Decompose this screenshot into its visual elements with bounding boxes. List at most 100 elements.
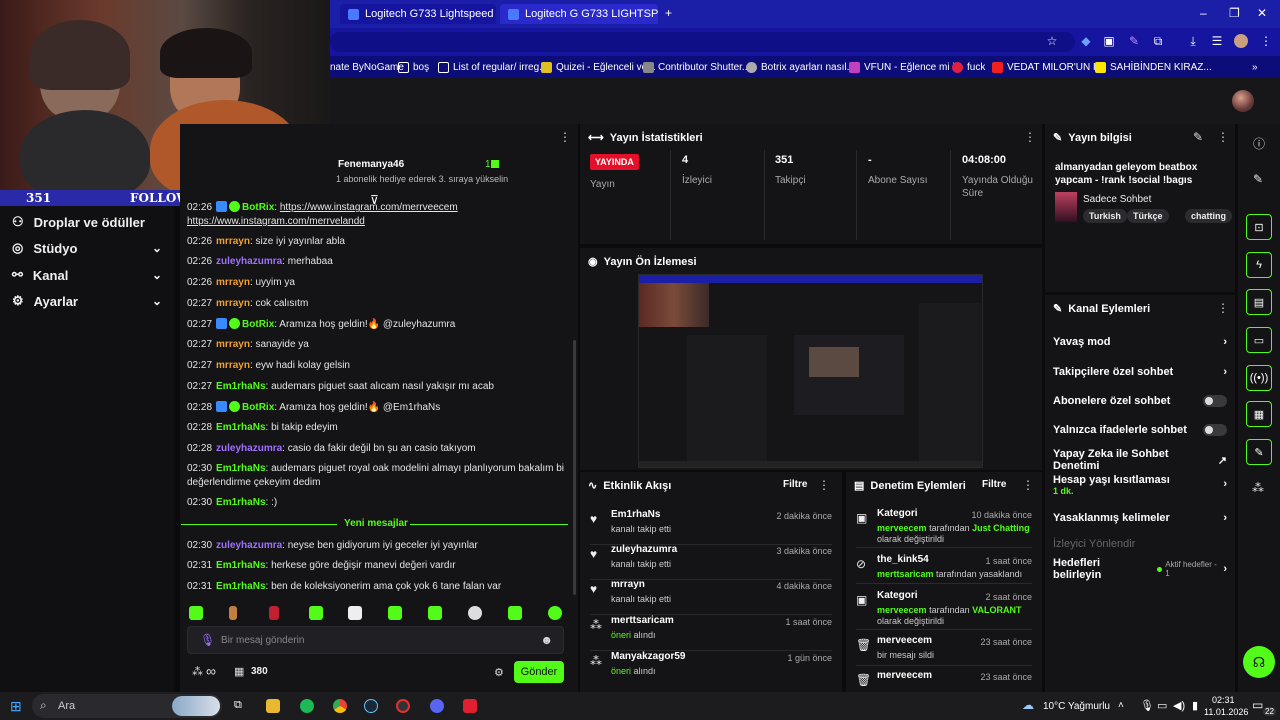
stream-tag[interactable]: Türkçe	[1127, 209, 1169, 223]
chat-link[interactable]: https://www.instagram.com/merrvelandd	[187, 215, 567, 229]
new-tab-button[interactable]: +	[665, 6, 672, 20]
bookmark[interactable]: Quizei - Eğlenceli ve...	[541, 59, 656, 75]
file-explorer-icon[interactable]	[266, 699, 280, 713]
minimize-icon[interactable]: –	[1200, 6, 1207, 20]
steam-icon[interactable]	[364, 699, 378, 713]
category-name[interactable]: Sadece Sohbet	[1083, 194, 1151, 205]
microphone-icon[interactable]: 🎙	[200, 633, 215, 647]
more-vertical-icon[interactable]: ⋮	[1259, 34, 1273, 48]
edit-icon[interactable]: ✎	[1193, 130, 1203, 144]
subscribers-only-toggle[interactable]	[1203, 395, 1227, 407]
preview-video[interactable]	[638, 274, 983, 468]
camera-rail-button[interactable]: ⊡	[1246, 214, 1272, 240]
emote-icon[interactable]	[468, 606, 482, 620]
edit-icon[interactable]: ✎	[1253, 172, 1263, 186]
chevron-right-icon[interactable]: »	[1252, 59, 1258, 75]
pinned-gift-banner[interactable]: Fenemanya46 1 1 abonelik hediye ederek 3…	[328, 158, 568, 188]
emote-icon[interactable]	[548, 606, 562, 620]
chat-message-input[interactable]: 🎙 Bir mesaj gönderin ☻	[187, 626, 564, 654]
filter-button[interactable]: Filtre	[982, 479, 1006, 490]
sidebar-item-channel[interactable]: ⚯ Kanal ⌄	[12, 265, 162, 285]
account-age-row[interactable]: Hesap yaşı kısıtlaması 1 dk. ›	[1053, 474, 1227, 500]
emote-icon[interactable]	[388, 606, 402, 620]
browser-tab[interactable]: Logitech G733 Lightspeed Kabl ✕	[340, 4, 496, 24]
menu-list-icon[interactable]: ☰	[1210, 34, 1224, 48]
notification-icon[interactable]: ▭	[1252, 698, 1263, 712]
kick-points-icon[interactable]: ⁂	[192, 665, 203, 678]
emote-icon[interactable]	[189, 606, 203, 620]
speaker-icon[interactable]: ◀)	[1173, 699, 1185, 712]
emote-icon[interactable]	[348, 606, 362, 620]
chrome-icon[interactable]	[333, 699, 347, 713]
emote-only-toggle[interactable]	[1203, 424, 1227, 436]
stream-tag[interactable]: chatting	[1185, 209, 1232, 223]
bookmark[interactable]: List of regular/ irreg...	[438, 59, 547, 75]
more-vertical-icon[interactable]: ⋮	[1217, 301, 1229, 315]
lightning-rail-button[interactable]: ϟ	[1246, 252, 1272, 278]
set-goals-row[interactable]: Hedefleri belirleyin Aktif hedefler - 1 …	[1053, 557, 1227, 581]
chevron-up-icon[interactable]: ˄	[1118, 700, 1124, 711]
support-button[interactable]: ☊	[1243, 646, 1275, 678]
close-window-icon[interactable]: ✕	[1257, 6, 1267, 20]
bookmark[interactable]: VFUN - Eğlence mi i...	[849, 59, 963, 75]
sidebar-item-drops[interactable]: ⚇ Droplar ve ödüller	[12, 212, 162, 232]
more-vertical-icon[interactable]: ⋮	[1022, 478, 1034, 492]
app-icon[interactable]	[463, 699, 477, 713]
pen-extension-icon[interactable]: ✎	[1127, 34, 1141, 48]
task-view-icon[interactable]: ⧉	[234, 699, 248, 713]
download-icon[interactable]: ⤓	[1186, 34, 1200, 48]
slow-mode-row[interactable]: Yavaş mod ›	[1053, 332, 1227, 352]
emote-icon[interactable]	[269, 606, 279, 620]
more-vertical-icon[interactable]: ⋮	[1217, 130, 1229, 144]
subscribers-only-row[interactable]: Abonelere özel sohbet	[1053, 391, 1227, 411]
clock-time[interactable]: 02:31	[1212, 695, 1235, 705]
discord-icon[interactable]	[430, 699, 444, 713]
avatar[interactable]	[1232, 90, 1254, 112]
emote-icon[interactable]	[428, 606, 442, 620]
translate-icon[interactable]: ▣	[1102, 34, 1116, 48]
bookmark[interactable]: boş	[398, 59, 429, 75]
sidebar-item-studio[interactable]: ◎ Stüdyo ⌄	[12, 238, 162, 258]
bookmark[interactable]: fuck	[952, 59, 985, 75]
emote-icon[interactable]	[229, 606, 237, 620]
store-icon[interactable]: ▦	[234, 665, 244, 678]
emoji-icon[interactable]: ☻	[540, 633, 553, 647]
chat-link[interactable]: https://www.instagram.com/merrveecem	[280, 202, 458, 213]
weather-text[interactable]: 10°C Yağmurlu	[1043, 701, 1110, 712]
url-field[interactable]	[330, 32, 1075, 52]
microphone-icon[interactable]: 🎙	[1140, 699, 1154, 712]
store-rail-button[interactable]: ▦	[1246, 401, 1272, 427]
kick-points-icon[interactable]: ⁂	[1252, 481, 1264, 495]
sidebar-item-settings[interactable]: ⚙ Ayarlar ⌄	[12, 291, 162, 311]
extension-icon[interactable]: ◆	[1079, 34, 1093, 48]
document-rail-button[interactable]: ▤	[1246, 289, 1272, 315]
windows-start-icon[interactable]: ⊞	[10, 698, 22, 715]
spotify-icon[interactable]	[300, 699, 314, 713]
puzzle-icon[interactable]: ⧉	[1151, 34, 1165, 48]
emote-icon[interactable]	[508, 606, 522, 620]
bookmark[interactable]: nate ByNoGame	[330, 59, 404, 75]
network-icon[interactable]: ▭	[1157, 699, 1167, 712]
banned-words-row[interactable]: Yasaklanmış kelimeler ›	[1053, 508, 1227, 528]
browser-tab-active[interactable]: Logitech G G733 LIGHTSPEED K ✕	[500, 4, 658, 24]
followers-only-row[interactable]: Takipçilere özel sohbet ›	[1053, 362, 1227, 382]
send-button[interactable]: Gönder	[514, 661, 564, 683]
star-icon[interactable]: ☆	[1045, 34, 1059, 48]
stream-tag[interactable]: Turkish	[1083, 209, 1127, 223]
bookmark[interactable]: VEDAT MILOR'UN F...	[992, 59, 1106, 75]
maximize-icon[interactable]: ❐	[1229, 6, 1240, 20]
bookmark[interactable]: Botrix ayarları nasıl...	[746, 59, 855, 75]
profile-avatar-icon[interactable]	[1234, 34, 1248, 48]
ai-moderation-row[interactable]: Yapay Zeka ile Sohbet Denetimi ↗	[1053, 448, 1227, 472]
more-vertical-icon[interactable]: ⋮	[818, 478, 830, 492]
obs-icon[interactable]	[396, 699, 410, 713]
chat-rail-button[interactable]: ▭	[1246, 327, 1272, 353]
broadcast-rail-button[interactable]: ((•))	[1246, 365, 1272, 391]
clock-date[interactable]: 11.01.2026	[1204, 707, 1248, 717]
taskbar-search[interactable]: ⌕ Ara	[32, 694, 222, 718]
bookmark[interactable]: SAHİBİNDEN KIRAZ...	[1095, 59, 1212, 75]
gear-icon[interactable]: ⚙	[494, 666, 504, 679]
emote-only-row[interactable]: Yalnızca ifadelerle sohbet	[1053, 420, 1227, 440]
chat-menu-icon[interactable]: ⋮	[559, 130, 571, 144]
battery-icon[interactable]: ▮	[1192, 699, 1198, 712]
